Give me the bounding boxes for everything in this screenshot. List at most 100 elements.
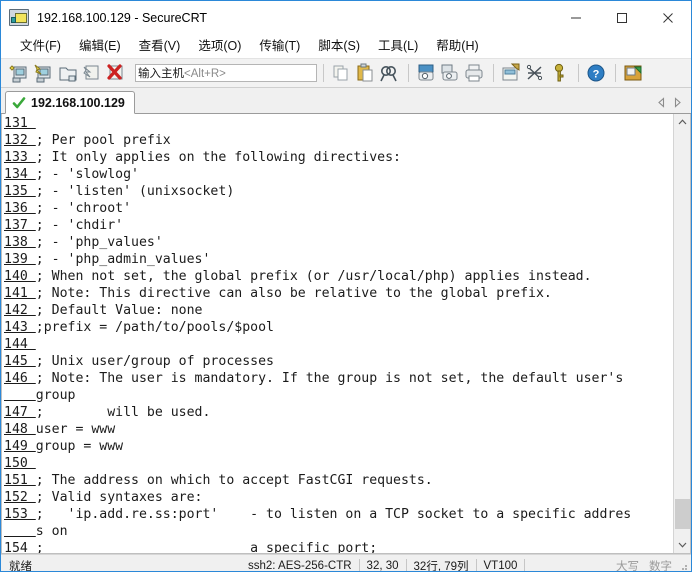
terminal-line: 136 ; - 'chroot' bbox=[4, 200, 673, 217]
terminal-line-text: group bbox=[35, 388, 76, 403]
terminal-line: 148 user = www bbox=[4, 421, 673, 438]
terminal-line: 143 ;prefix = /path/to/pools/$pool bbox=[4, 319, 673, 336]
transfer-window-icon[interactable] bbox=[622, 62, 644, 84]
tab-label: 192.168.100.129 bbox=[31, 95, 125, 110]
status-divider-4 bbox=[524, 558, 526, 571]
print-screen-icon[interactable] bbox=[415, 62, 437, 84]
terminal-line-number: 138 bbox=[4, 235, 36, 250]
terminal-line: 135 ; - 'listen' (unixsocket) bbox=[4, 183, 673, 200]
resize-grip-icon[interactable] bbox=[677, 560, 689, 572]
terminal-line-text: ; - 'php_values' bbox=[35, 235, 163, 250]
tab-bar: 192.168.100.129 bbox=[1, 88, 691, 114]
terminal-line-number: 131 bbox=[4, 116, 36, 131]
host-input[interactable]: 输入主机<Alt+R> bbox=[135, 64, 317, 82]
terminal-line-text: ; Note: This directive can also be relat… bbox=[35, 286, 552, 301]
session-options-icon[interactable] bbox=[500, 62, 522, 84]
menu-bar: 文件(F) 编辑(E) 查看(V) 选项(O) 传输(T) 脚本(S) 工具(L… bbox=[1, 34, 691, 58]
terminal-line: 153 ; 'ip.add.re.ss:port' - to listen on… bbox=[4, 506, 673, 523]
terminal-line-text: ; - 'chdir' bbox=[35, 218, 124, 233]
terminal-line-number: 150 bbox=[4, 456, 36, 471]
terminal-line-text: ; Default Value: none bbox=[35, 303, 203, 318]
terminal-line-number bbox=[4, 524, 36, 539]
minimize-button[interactable] bbox=[553, 1, 599, 34]
key-icon[interactable] bbox=[548, 62, 570, 84]
maximize-button[interactable] bbox=[599, 1, 645, 34]
menu-tools[interactable]: 工具(L) bbox=[369, 35, 427, 57]
terminal-line-number: 143 bbox=[4, 320, 36, 335]
terminal-line-text: ;prefix = /path/to/pools/$pool bbox=[35, 320, 274, 335]
copy-icon[interactable] bbox=[330, 62, 352, 84]
menu-help[interactable]: 帮助(H) bbox=[427, 35, 487, 57]
terminal-line-number: 133 bbox=[4, 150, 36, 165]
toolbar-separator-3 bbox=[493, 64, 494, 82]
terminal-line-number: 151 bbox=[4, 473, 36, 488]
tab-next-icon[interactable] bbox=[669, 94, 685, 110]
scroll-up-icon[interactable] bbox=[674, 114, 690, 131]
menu-transfer[interactable]: 传输(T) bbox=[250, 35, 309, 57]
paste-icon[interactable] bbox=[354, 62, 376, 84]
disconnect-icon[interactable] bbox=[105, 62, 127, 84]
terminal-line: s on bbox=[4, 523, 673, 540]
status-bar: 就绪 ssh2: AES-256-CTR 32, 30 32行, 79列 VT1… bbox=[1, 554, 691, 572]
status-cursor-position: 32, 30 bbox=[366, 559, 399, 572]
terminal-line: 147 ; will be used. bbox=[4, 404, 673, 421]
help-icon[interactable]: ? bbox=[585, 62, 607, 84]
terminal-line-number: 141 bbox=[4, 286, 36, 301]
terminal-scrollbar[interactable] bbox=[673, 114, 690, 553]
securecrt-window: 192.168.100.129 - SecureCRT 文件(F) 编辑(E) … bbox=[0, 0, 692, 572]
terminal-line-text: ; - 'php_admin_values' bbox=[35, 252, 211, 267]
terminal-line-text: s on bbox=[35, 524, 68, 539]
terminal-line-number: 139 bbox=[4, 252, 36, 267]
terminal-line: 145 ; Unix user/group of processes bbox=[4, 353, 673, 370]
reconnect-icon[interactable] bbox=[81, 62, 103, 84]
terminal-line: 142 ; Default Value: none bbox=[4, 302, 673, 319]
menu-view[interactable]: 查看(V) bbox=[130, 35, 190, 57]
terminal-line: 154 ; a specific port; bbox=[4, 540, 673, 553]
close-button[interactable] bbox=[645, 1, 691, 34]
tab-prev-icon[interactable] bbox=[653, 94, 669, 110]
terminal-line-number: 137 bbox=[4, 218, 36, 233]
terminal-line-number: 149 bbox=[4, 439, 36, 454]
find-icon[interactable] bbox=[378, 62, 400, 84]
toolbar: 输入主机<Alt+R> ? bbox=[1, 58, 691, 88]
terminal-line: 133 ; It only applies on the following d… bbox=[4, 149, 673, 166]
menu-script[interactable]: 脚本(S) bbox=[309, 35, 369, 57]
new-session-icon[interactable] bbox=[9, 62, 31, 84]
terminal-line-text: ; Per pool prefix bbox=[35, 133, 171, 148]
terminal-line-number bbox=[4, 388, 36, 403]
terminal-line-text: ; 'ip.add.re.ss:port' - to listen on a T… bbox=[35, 507, 632, 522]
terminal-line-text: ; - 'listen' (unixsocket) bbox=[35, 184, 235, 199]
terminal-line-text: ; It only applies on the following direc… bbox=[35, 150, 401, 165]
scroll-down-icon[interactable] bbox=[674, 536, 690, 553]
menu-file[interactable]: 文件(F) bbox=[11, 35, 70, 57]
terminal-line: 146 ; Note: The user is mandatory. If th… bbox=[4, 370, 673, 387]
menu-edit[interactable]: 编辑(E) bbox=[70, 35, 130, 57]
status-ready: 就绪 bbox=[9, 560, 32, 572]
terminal-line-number: 154 bbox=[4, 541, 36, 553]
terminal-line-text: group = www bbox=[35, 439, 124, 454]
print-icon[interactable] bbox=[463, 62, 485, 84]
terminal-line-number: 153 bbox=[4, 507, 36, 522]
terminal-line: 138 ; - 'php_values' bbox=[4, 234, 673, 251]
toolbar-separator-2 bbox=[408, 64, 409, 82]
terminal-screen[interactable]: 131 132 ; Per pool prefix 133 ; It only a… bbox=[2, 114, 673, 553]
host-input-placeholder-shortcut: <Alt+R> bbox=[184, 68, 226, 80]
terminal-line-number: 152 bbox=[4, 490, 36, 505]
terminal-line-number: 132 bbox=[4, 133, 36, 148]
terminal-line-text: ; Unix user/group of processes bbox=[35, 354, 274, 369]
global-options-icon[interactable] bbox=[524, 62, 546, 84]
terminal-line: 137 ; - 'chdir' bbox=[4, 217, 673, 234]
window-title: 192.168.100.129 - SecureCRT bbox=[37, 10, 208, 25]
terminal-line: 149 group = www bbox=[4, 438, 673, 455]
scrollbar-thumb[interactable] bbox=[675, 499, 690, 529]
terminal-line: 150 bbox=[4, 455, 673, 472]
tab-nav-buttons bbox=[653, 94, 685, 110]
terminal-line-number: 145 bbox=[4, 354, 36, 369]
log-session-icon[interactable] bbox=[439, 62, 461, 84]
tab-192-168-100-129[interactable]: 192.168.100.129 bbox=[5, 91, 135, 114]
connect-icon[interactable] bbox=[33, 62, 55, 84]
menu-options[interactable]: 选项(O) bbox=[189, 35, 250, 57]
terminal-area: 131 132 ; Per pool prefix 133 ; It only a… bbox=[1, 114, 691, 554]
terminal-line-text: ; - 'slowlog' bbox=[35, 167, 139, 182]
connect-local-shell-icon[interactable] bbox=[57, 62, 79, 84]
